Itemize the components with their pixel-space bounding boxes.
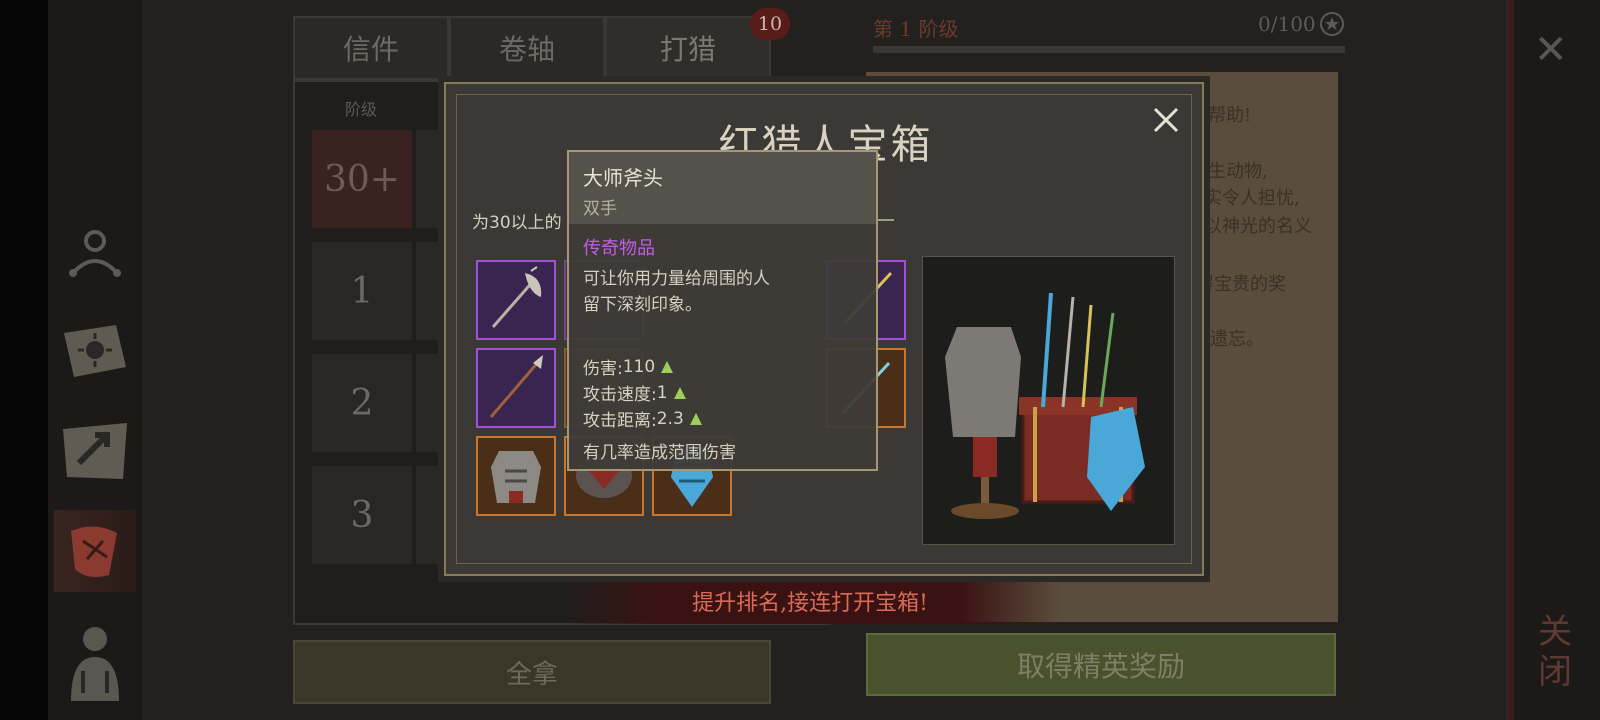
rank-row-label: 2 xyxy=(312,354,412,452)
parchment-text: 实令人担忧, xyxy=(1204,188,1300,209)
tab-hunting[interactable]: 打猎 xyxy=(605,16,771,80)
item-slot[interactable] xyxy=(476,260,556,340)
stat-value: 110 xyxy=(622,356,656,377)
spear-icon xyxy=(489,355,543,418)
stat-up-icon xyxy=(673,386,686,399)
close-icon[interactable]: ✕ xyxy=(1534,30,1570,70)
item-tooltip: 大师斧头 双手 传奇物品 可让你用力量给周围的人 留下深刻印象。 伤害: 110 … xyxy=(567,150,878,471)
tooltip-description: 留下深刻印象。 xyxy=(583,295,702,315)
item-slot[interactable] xyxy=(476,348,556,428)
chest-preview-illustration xyxy=(945,292,1145,519)
tab-scrolls[interactable]: 卷轴 xyxy=(449,16,605,80)
rank-row-label: 3 xyxy=(312,466,412,564)
armor-icon xyxy=(491,451,541,503)
tooltip-item-name: 大师斧头 xyxy=(583,166,663,190)
left-edge xyxy=(0,0,48,720)
take-all-button[interactable]: 全拿 xyxy=(293,640,771,704)
tooltip-stat-speed: 攻击速度: 1 xyxy=(583,380,686,405)
chest-preview xyxy=(922,256,1175,545)
item-slot[interactable] xyxy=(476,436,556,516)
parchment-text: 以神光的名义 xyxy=(1204,216,1312,237)
tooltip-stat-damage: 伤害: 110 xyxy=(583,354,674,379)
side-nav xyxy=(48,0,142,720)
tooltip-rarity: 传奇物品 xyxy=(583,238,655,259)
guild-nav-icon[interactable] xyxy=(54,210,136,292)
hunting-scroll-nav-icon[interactable] xyxy=(54,510,136,592)
stat-up-icon xyxy=(661,360,674,373)
parchment-text: 得宝贵的奖 xyxy=(1196,274,1286,295)
game-screen: 信件 卷轴 打猎 10 阶级 30+ 1 2 3 第 1 阶级 0/100 的帮… xyxy=(0,0,1600,720)
hunting-badge: 10 xyxy=(750,8,790,40)
tooltip-description: 可让你用力量给周围的人 xyxy=(583,269,770,289)
halberd-icon xyxy=(491,266,542,328)
stat-value: 1 xyxy=(656,382,668,403)
stat-label: 攻击距离: xyxy=(583,411,657,431)
level-progress-text: 0/100 xyxy=(1258,12,1316,36)
modal-close-icon[interactable] xyxy=(1150,104,1182,136)
modal-subtitle: 为30以上的 xyxy=(472,213,562,233)
elite-reward-button[interactable]: 取得精英奖励 xyxy=(866,633,1336,696)
promo-banner: 提升排名,接连打开宝箱! xyxy=(560,578,1060,624)
rank-row-label: 1 xyxy=(312,242,412,340)
character-nav-icon[interactable] xyxy=(54,620,136,702)
rank-row-label: 30+ xyxy=(312,130,412,228)
level-label: 第 1 阶级 xyxy=(873,17,959,41)
stat-label: 伤害: xyxy=(583,359,623,379)
star-icon xyxy=(1320,12,1344,36)
rail-strip xyxy=(1508,0,1514,720)
sun-book-nav-icon[interactable] xyxy=(54,310,136,392)
stat-up-icon xyxy=(689,412,702,425)
level-progress-bar xyxy=(873,46,1345,53)
rank-column-header: 阶级 xyxy=(345,100,378,119)
tooltip-stat-range: 攻击距离: 2.3 xyxy=(583,406,702,431)
vertical-close-button[interactable]: 关闭 xyxy=(1535,612,1575,692)
stat-value: 2.3 xyxy=(656,408,684,429)
map-nav-icon[interactable] xyxy=(54,410,136,492)
tooltip-effect: 有几率造成范围伤害 xyxy=(583,443,736,463)
tooltip-item-type: 双手 xyxy=(583,199,617,219)
stat-label: 攻击速度: xyxy=(583,385,657,405)
tab-letters[interactable]: 信件 xyxy=(293,16,449,80)
